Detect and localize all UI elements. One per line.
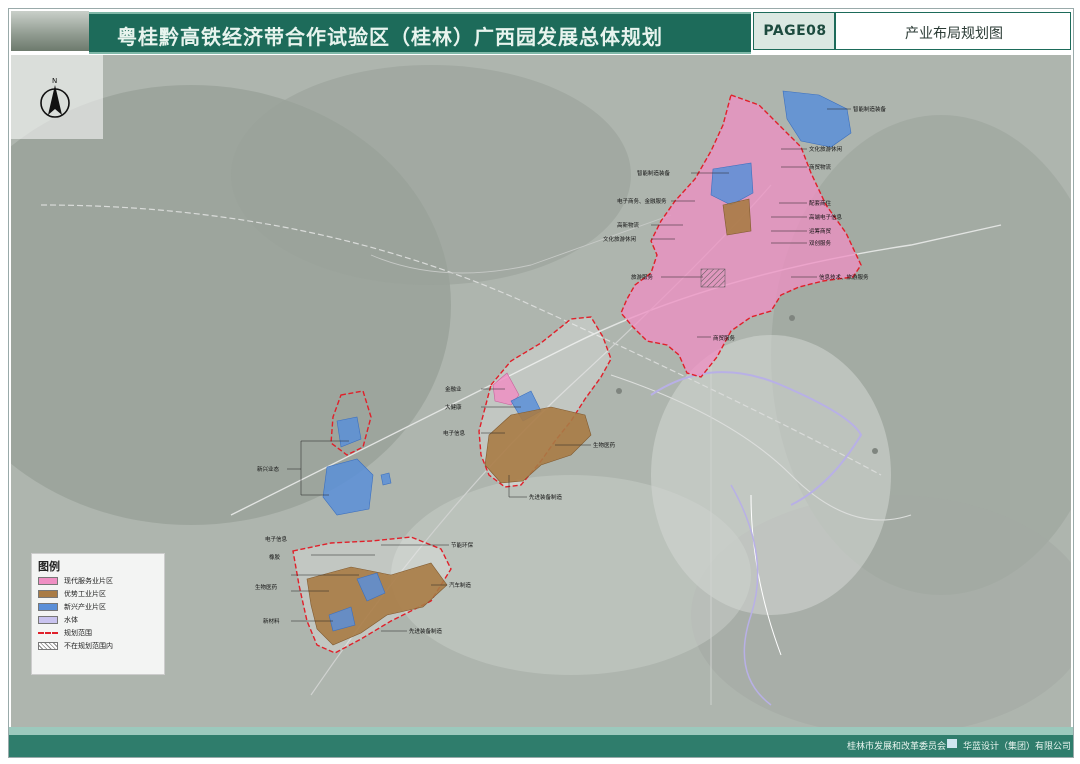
label-xincailiao: 新材料 [263, 617, 280, 625]
legend-swatch [38, 603, 58, 611]
legend-label: 新兴产业片区 [64, 603, 106, 611]
interchange-node [789, 315, 795, 321]
interchange-node [616, 388, 622, 394]
label-znzb-mid: 智能制造装备 [637, 169, 671, 177]
legend-swatch [38, 642, 58, 650]
legend-swatch [38, 590, 58, 598]
label-wenhua-lvyou2: 文化旅游休闲 [603, 235, 637, 243]
legend-label: 规划范围 [64, 629, 92, 637]
legend-item-excluded: 不在规划范围内 [38, 641, 162, 652]
label-shangmao-wuliu: 商贸物流 [809, 163, 832, 171]
north-letter: N [52, 77, 57, 85]
north-arrow-icon: N [40, 77, 70, 118]
footer-light-strip [9, 727, 1073, 735]
page-number: PAGE08 [763, 23, 827, 39]
legend-item-water: 水体 [38, 615, 162, 626]
legend-swatch [38, 577, 58, 585]
footer-client: 桂林市发展和改革委员会 [847, 742, 947, 752]
legend-item-emerging: 新兴产业片区 [38, 602, 162, 613]
label-lvyou-fuwu: 旅游服务 [631, 273, 654, 281]
plan-title: 粤桂黔高铁经济带合作试验区（桂林）广西园发展总体规划 [117, 25, 663, 49]
map-canvas[interactable]: 智能制造装备 文化旅游休闲 商贸物流 智能制造装备 电子商务、金融服务 配套商住… [11, 55, 1071, 727]
legend: 图例 现代服务业片区 优势工业片区 新兴产业片区 水体 规划范围 不在规划范围内 [31, 553, 165, 675]
legend-swatch [38, 632, 58, 634]
label-gaoxin-wuliu: 高新物流 [617, 221, 640, 229]
legend-label: 水体 [64, 616, 78, 624]
label-dianzi-xinxi-low: 电子信息 [265, 535, 288, 543]
company-logo-icon [947, 739, 957, 748]
legend-label: 不在规划范围内 [64, 642, 113, 650]
page-number-box: PAGE08 [753, 12, 835, 50]
mountain-area-north [231, 65, 631, 285]
legend-item-industry: 优势工业片区 [38, 589, 162, 600]
label-dajiankang: 大健康 [445, 403, 462, 411]
west-emerging-zone-2[interactable] [322, 458, 374, 516]
legend-label: 优势工业片区 [64, 590, 106, 598]
label-wenhua-lvyou: 文化旅游休闲 [809, 145, 843, 153]
ne-industry-zone[interactable] [722, 198, 752, 236]
label-znzb-top: 智能制造装备 [853, 105, 887, 113]
title-band: 粤桂黔高铁经济带合作试验区（桂林）广西园发展总体规划 [89, 12, 751, 54]
label-jieneng-huanbao: 节能环保 [451, 541, 474, 549]
label-xiangjiao: 橡胶 [269, 553, 281, 561]
map-svg: 智能制造装备 文化旅游休闲 商贸物流 智能制造装备 电子商务、金融服务 配套商住… [11, 55, 1071, 727]
footer-designer: 华蓝设计（集团）有限公司 [963, 742, 1072, 752]
legend-swatch [38, 616, 58, 624]
header-photo [11, 11, 89, 51]
drawing-sheet: 粤桂黔高铁经济带合作试验区（桂林）广西园发展总体规划 PAGE08 产业布局规划… [8, 8, 1074, 758]
label-xianjin-zhuangbei-low: 先进装备制造 [409, 627, 443, 635]
label-shuangchuang: 双创服务 [809, 239, 832, 247]
excluded-area [700, 268, 726, 288]
label-xinxing-yetai: 新兴业态 [257, 465, 280, 473]
legend-item-service: 现代服务业片区 [38, 576, 162, 587]
label-jinrongye: 金融业 [445, 385, 462, 393]
label-yunshang-shangmao: 运筹商贸 [809, 227, 832, 235]
west-emerging-zone-3[interactable] [380, 472, 392, 486]
legend-title: 图例 [38, 560, 60, 573]
interchange-node [872, 448, 878, 454]
label-peitao-shangzhu: 配套商住 [809, 199, 832, 207]
label-qiche-zhizao: 汽车制造 [449, 581, 472, 589]
label-dianzi-shangwu: 电子商务、金融服务 [617, 197, 667, 205]
legend-item-boundary: 规划范围 [38, 628, 162, 639]
drawing-title: 产业布局规划图 [905, 26, 1003, 42]
label-shengwu-yiyao-low: 生物医药 [255, 583, 278, 591]
footer-band: 桂林市发展和改革委员会 华蓝设计（集团）有限公司 [9, 727, 1073, 757]
label-xinxi-jishu: 信息技术、旅游服务 [819, 273, 869, 281]
drawing-title-box: 产业布局规划图 [835, 12, 1071, 50]
label-xianjin-zhuangbei-mid: 先进装备制造 [529, 493, 563, 501]
title-block: 粤桂黔高铁经济带合作试验区（桂林）广西园发展总体规划 PAGE08 产业布局规划… [9, 9, 1073, 54]
label-shengwu-yiyao-mid: 生物医药 [593, 441, 616, 449]
legend-label: 现代服务业片区 [64, 577, 113, 585]
north-arrow-panel: N [11, 55, 103, 139]
label-gaoduan-dianzi: 高端电子信息 [809, 213, 843, 221]
label-shangmao-fuwu: 商贸服务 [713, 334, 736, 342]
label-dianzi-xinxi-mid: 电子信息 [443, 429, 466, 437]
